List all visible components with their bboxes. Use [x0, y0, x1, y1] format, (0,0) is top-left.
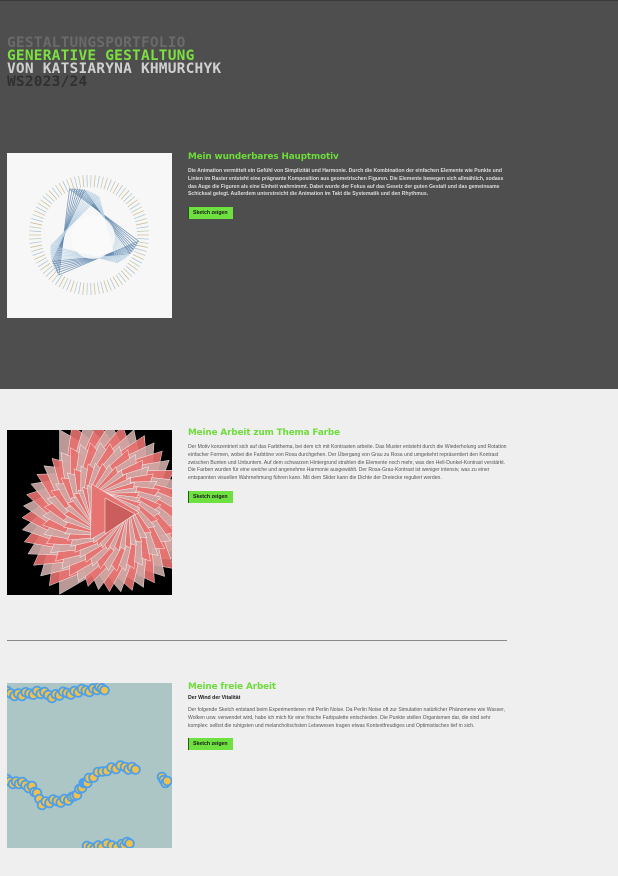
radial-line: [106, 279, 112, 291]
section-free-work: Meine freie Arbeit Der Wind der Vitalitä…: [188, 682, 508, 751]
radial-line: [136, 241, 149, 244]
section-divider: [7, 640, 507, 641]
radial-line: [136, 230, 149, 233]
radial-line: [32, 214, 45, 219]
show-sketch-button[interactable]: Sketch zeigen: [188, 207, 233, 220]
radial-line: [133, 214, 146, 219]
section-heading: Mein wunderbares Hauptmotiv: [188, 152, 339, 162]
radial-line: [136, 226, 149, 229]
section-color: Meine Arbeit zum Thema Farbe Der Motiv k…: [188, 428, 508, 503]
radial-line: [100, 176, 104, 189]
portfolio-title: GESTALTUNGSPORTFOLIO GENERATIVE GESTALTU…: [7, 36, 221, 90]
radial-line: [29, 241, 42, 244]
radial-line: [106, 179, 112, 191]
radial-line: [93, 282, 96, 295]
radial-line: [30, 222, 43, 226]
radial-line: [82, 282, 85, 295]
radial-line: [70, 280, 75, 293]
radial-line: [45, 268, 55, 277]
radial-line: [123, 193, 133, 202]
organism-dot: [124, 838, 135, 848]
section-subheading: Der Wind der Vitalität: [188, 695, 241, 701]
radial-line: [29, 237, 42, 240]
section-heading: Meine Arbeit zum Thema Farbe: [188, 428, 340, 438]
radial-line: [96, 175, 100, 188]
radial-line: [32, 251, 45, 256]
radial-line: [66, 179, 72, 191]
section-main-motif: Mein wunderbares Hauptmotiv Die Animatio…: [188, 152, 508, 220]
radial-line: [135, 247, 147, 252]
radial-line: [34, 254, 46, 260]
radial-line: [132, 254, 144, 260]
radial-line: [123, 268, 133, 277]
radial-line: [133, 251, 146, 256]
organism-dot: [130, 764, 141, 775]
main-motif-artwork: [29, 175, 149, 295]
radial-line: [45, 193, 55, 202]
radial-line: [74, 281, 78, 294]
radial-line: [96, 282, 100, 295]
section-description: Der Motiv konzentriert sich auf das Farb…: [188, 444, 507, 482]
radial-line: [78, 175, 82, 188]
radial-line: [120, 190, 130, 200]
show-sketch-button[interactable]: Sketch zeigen: [188, 738, 233, 751]
color-artwork: [21, 430, 172, 595]
section-heading: Meine freie Arbeit: [188, 682, 277, 692]
radial-line: [31, 247, 43, 252]
radial-line: [29, 230, 42, 233]
radial-line: [103, 177, 108, 190]
radial-line: [29, 226, 42, 229]
radial-line: [93, 175, 96, 188]
center-disc: [71, 215, 115, 259]
radial-line: [48, 190, 58, 200]
show-sketch-button[interactable]: Sketch zeigen: [188, 490, 233, 503]
radial-line: [66, 279, 72, 291]
radial-line: [48, 270, 58, 280]
title-line-semester: WS2023/24: [7, 74, 88, 90]
radial-line: [100, 281, 104, 294]
radial-line: [135, 218, 147, 223]
radial-line: [135, 222, 148, 226]
radial-line: [78, 282, 82, 295]
radial-line: [135, 244, 148, 248]
radial-line: [132, 210, 144, 216]
radial-line: [103, 280, 108, 293]
free-work-artwork: [7, 683, 172, 848]
radial-line: [74, 176, 78, 189]
organism-dot: [161, 775, 172, 787]
radial-line: [31, 218, 43, 223]
section-description: Die Animation vermittelt ein Gefühl von …: [188, 168, 504, 198]
radial-line: [136, 237, 149, 240]
organism-dot: [99, 684, 110, 696]
radial-line: [82, 175, 85, 188]
radial-line: [120, 270, 130, 280]
radial-line: [34, 210, 46, 216]
radial-line: [70, 177, 75, 190]
sketch-preview-main-motif[interactable]: [7, 153, 172, 318]
sketch-preview-free-work[interactable]: [7, 683, 172, 848]
section-description: Der folgende Sketch entstand beim Experi…: [188, 707, 505, 729]
radial-line: [30, 244, 43, 248]
sketch-preview-color[interactable]: [7, 430, 172, 595]
hero-section: GESTALTUNGSPORTFOLIO GENERATIVE GESTALTU…: [0, 0, 618, 389]
